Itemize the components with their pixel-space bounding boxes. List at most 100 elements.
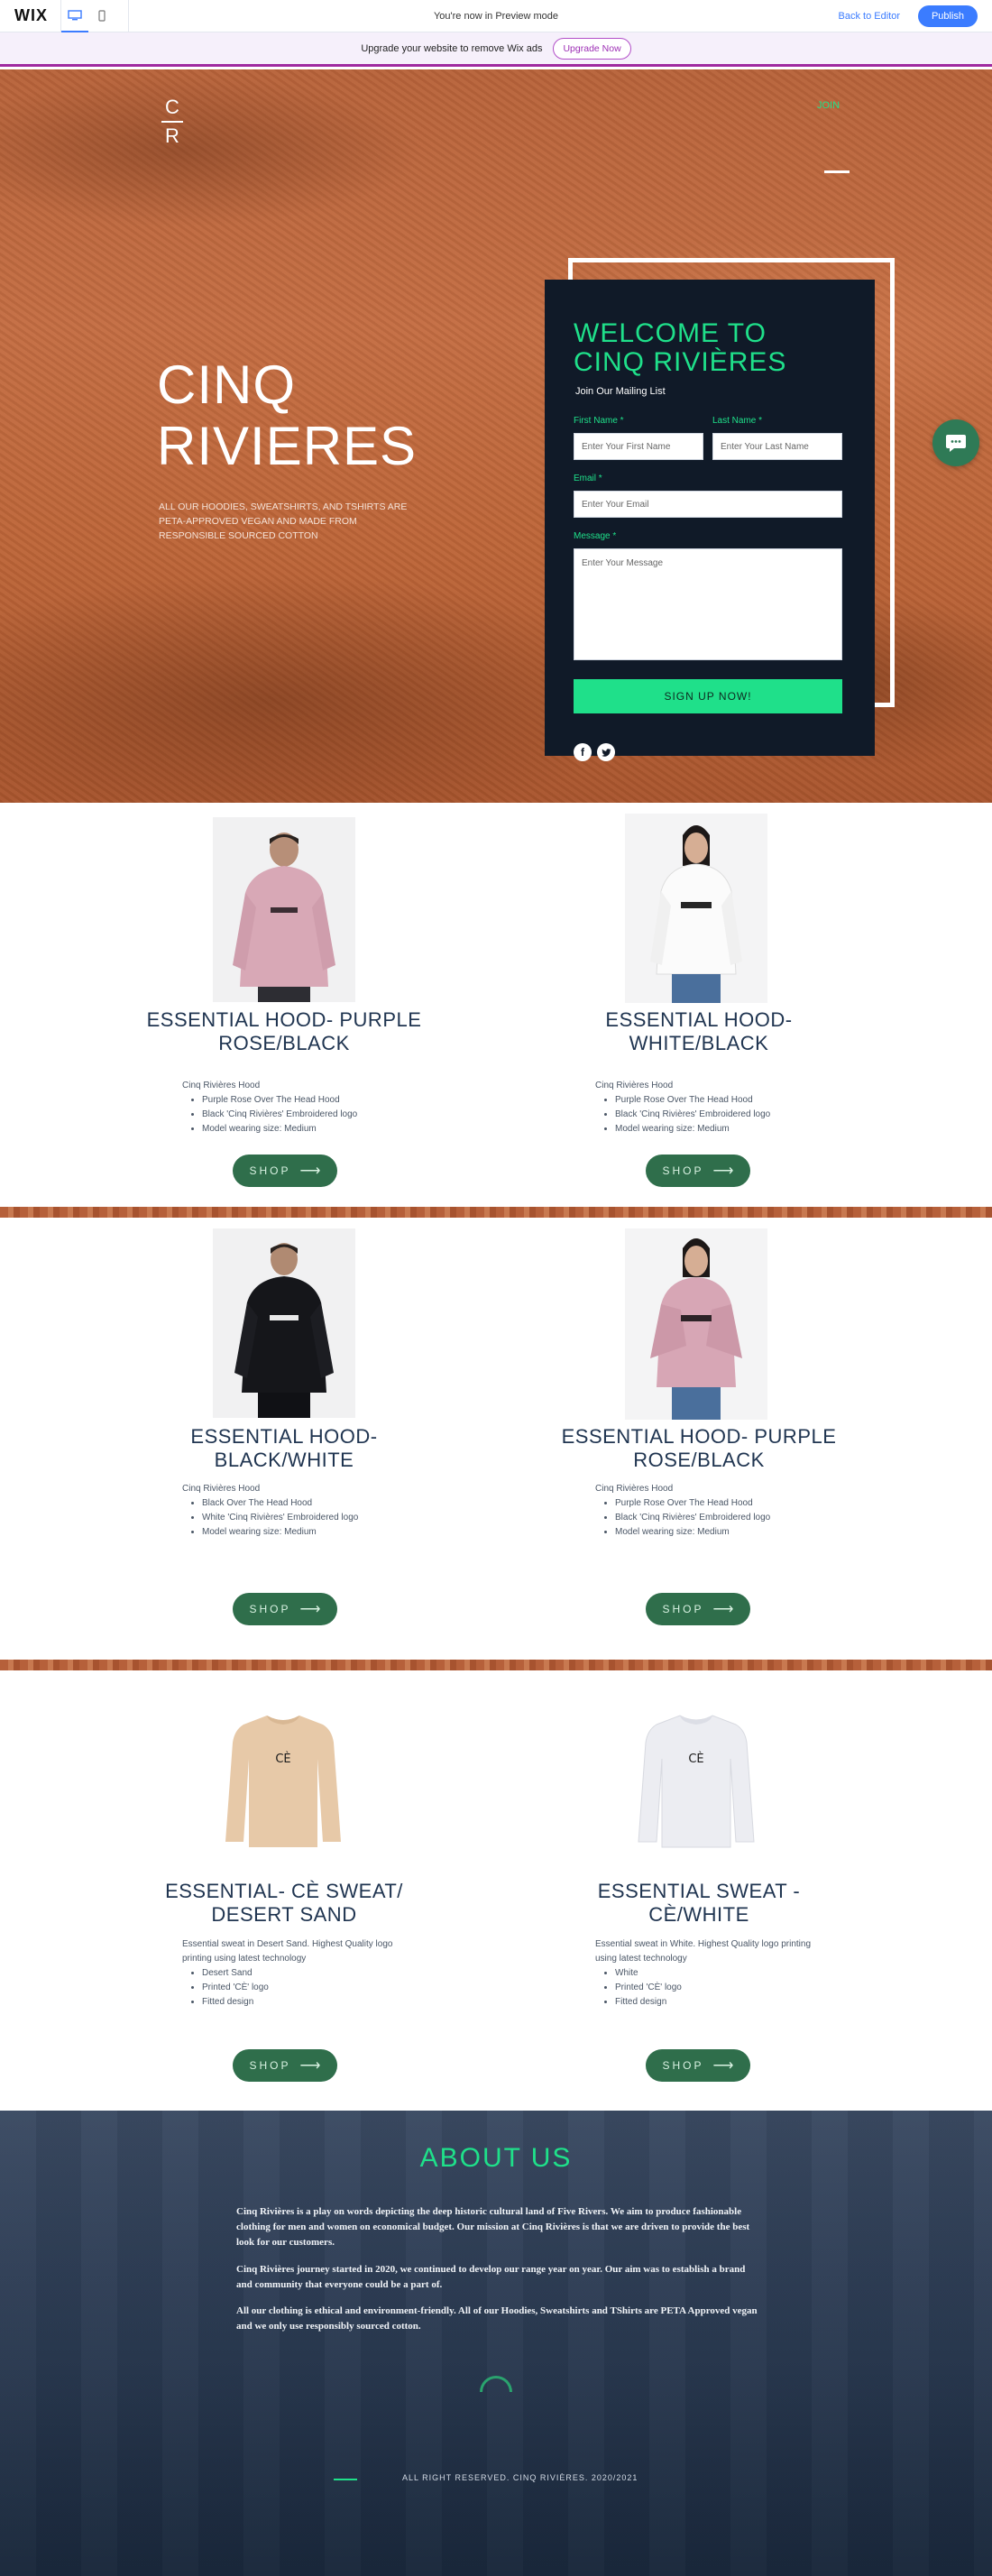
- arrow-right-icon: ⟶: [299, 1602, 321, 1617]
- product-title-line2: BLACK/WHITE: [214, 1449, 354, 1471]
- shop-button[interactable]: SHOP ⟶: [646, 2049, 750, 2082]
- product-image-purple-rose-hood[interactable]: [213, 817, 355, 1002]
- back-to-editor-link[interactable]: Back to Editor: [839, 11, 900, 22]
- form-title: WELCOME TO CINQ RIVIÈRES: [574, 319, 786, 377]
- mailing-list-form: WELCOME TO CINQ RIVIÈRES Join Our Mailin…: [545, 280, 875, 761]
- shop-button-label: SHOP: [662, 2059, 704, 2072]
- product-title: ESSENTIAL HOOD- PURPLE ROSE/BLACK: [86, 1008, 482, 1055]
- first-name-field[interactable]: Enter Your First Name: [574, 433, 703, 460]
- product-bullet: Black 'Cinq Rivières' Embroidered logo: [202, 1108, 399, 1122]
- desktop-view-icon[interactable]: [61, 0, 88, 32]
- menu-icon[interactable]: [824, 170, 850, 173]
- product-title-line2: DESERT SAND: [211, 1903, 357, 1926]
- mobile-view-icon[interactable]: [88, 0, 115, 32]
- shop-button[interactable]: SHOP ⟶: [233, 1155, 337, 1187]
- product-image-black-hood[interactable]: [213, 1228, 355, 1418]
- join-link[interactable]: JOIN: [817, 100, 840, 111]
- chat-icon: [946, 435, 966, 452]
- product-bullet: Model wearing size: Medium: [615, 1122, 812, 1136]
- form-title-line2: CINQ RIVIÈRES: [574, 347, 787, 377]
- svg-text:CÈ: CÈ: [275, 1752, 290, 1766]
- product-bullet: Printed 'CÈ' logo: [202, 1981, 399, 1995]
- chat-button[interactable]: [932, 419, 979, 466]
- product-title-line1: ESSENTIAL- CÈ SWEAT/: [165, 1880, 403, 1902]
- product-title-line1: ESSENTIAL HOOD-: [190, 1425, 378, 1448]
- product-title: ESSENTIAL HOOD- PURPLE ROSE/BLACK: [501, 1425, 897, 1472]
- product-title: ESSENTIAL HOOD- BLACK/WHITE: [86, 1425, 482, 1472]
- product-bullet: Fitted design: [615, 1995, 812, 2010]
- upgrade-banner: Upgrade your website to remove Wix ads U…: [0, 32, 992, 67]
- product-title: ESSENTIAL HOOD- WHITE/BLACK: [501, 1008, 897, 1055]
- facebook-icon[interactable]: f: [574, 743, 592, 761]
- product-bullet: Black Over The Head Hood: [202, 1496, 399, 1511]
- product-bullet: Purple Rose Over The Head Hood: [615, 1496, 812, 1511]
- terracotta-divider: [0, 1660, 992, 1670]
- site-logo[interactable]: C R: [159, 97, 186, 147]
- shop-button[interactable]: SHOP ⟶: [233, 1593, 337, 1625]
- arrow-right-icon: ⟶: [712, 1164, 734, 1179]
- hero-subtitle: ALL OUR HOODIES, SWEATSHIRTS, AND TSHIRT…: [159, 501, 408, 541]
- product-image-desert-sand-sweat[interactable]: CÈ: [220, 1703, 346, 1854]
- shop-button-label: SHOP: [662, 1164, 704, 1177]
- logo-letter-c: C: [165, 96, 179, 118]
- product-image-white-sweat[interactable]: CÈ: [633, 1703, 759, 1854]
- footer-accent-line: [334, 2479, 357, 2480]
- product-intro: Cinq Rivières Hood: [595, 1081, 674, 1090]
- svg-text:CÈ: CÈ: [688, 1752, 703, 1766]
- about-section: ABOUT US Cinq Rivières is a play on word…: [0, 2111, 992, 2576]
- product-description: Cinq Rivières Hood Purple Rose Over The …: [595, 1482, 812, 1540]
- hero-title: CINQ RIVIERES: [157, 354, 417, 477]
- last-name-label: Last Name *: [712, 416, 763, 426]
- product-title-line2: WHITE/BLACK: [629, 1032, 769, 1054]
- product-title-line2: ROSE/BLACK: [218, 1032, 350, 1054]
- wix-logo[interactable]: WIX: [14, 6, 48, 25]
- shop-button[interactable]: SHOP ⟶: [646, 1155, 750, 1187]
- arrow-right-icon: ⟶: [712, 2058, 734, 2074]
- arrow-right-icon: ⟶: [299, 2058, 321, 2074]
- product-bullet: Black 'Cinq Rivières' Embroidered logo: [615, 1511, 812, 1525]
- twitter-icon[interactable]: [597, 743, 615, 761]
- email-field[interactable]: Enter Your Email: [574, 491, 842, 518]
- product-image-white-hood[interactable]: [625, 814, 767, 1003]
- last-name-field[interactable]: Enter Your Last Name: [712, 433, 842, 460]
- message-field[interactable]: Enter Your Message: [574, 548, 842, 660]
- shop-button[interactable]: SHOP ⟶: [233, 2049, 337, 2082]
- hero-section: C R JOIN CINQ RIVIERES ALL OUR HOODIES, …: [0, 69, 992, 803]
- product-bullet: White 'Cinq Rivières' Embroidered logo: [202, 1511, 399, 1525]
- product-row-1: ESSENTIAL HOOD- PURPLE ROSE/BLACK Cinq R…: [0, 803, 992, 1209]
- hero-title-line2: RIVIERES: [157, 416, 418, 476]
- product-description: Cinq Rivières Hood Black Over The Head H…: [182, 1482, 399, 1540]
- upgrade-text: Upgrade your website to remove Wix ads: [361, 42, 543, 54]
- product-description: Essential sweat in White. Highest Qualit…: [595, 1937, 812, 2010]
- product-bullet: White: [615, 1966, 812, 1981]
- product-row-2: ESSENTIAL HOOD- BLACK/WHITE Cinq Rivière…: [0, 1218, 992, 1660]
- hero-title-line1: CINQ: [157, 354, 296, 415]
- about-title: ABOUT US: [419, 2143, 573, 2173]
- product-title-line2: ROSE/BLACK: [633, 1449, 765, 1471]
- shop-button[interactable]: SHOP ⟶: [646, 1593, 750, 1625]
- decorative-arc: [480, 2376, 512, 2392]
- arrow-right-icon: ⟶: [712, 1602, 734, 1617]
- product-title-line2: CÈ/WHITE: [648, 1903, 749, 1926]
- product-image-purple-rose-hood-2[interactable]: [625, 1228, 767, 1420]
- first-name-label: First Name *: [574, 416, 624, 426]
- sign-up-button[interactable]: SIGN UP NOW!: [574, 679, 842, 713]
- product-intro: Cinq Rivières Hood: [182, 1081, 261, 1090]
- shop-button-label: SHOP: [249, 2059, 291, 2072]
- arrow-right-icon: ⟶: [299, 1164, 321, 1179]
- terracotta-divider: [0, 1207, 992, 1218]
- product-title-line1: ESSENTIAL HOOD- PURPLE: [146, 1008, 422, 1031]
- topbar-divider: [128, 0, 129, 32]
- product-description: Essential sweat in Desert Sand. Highest …: [182, 1937, 399, 2010]
- publish-button[interactable]: Publish: [918, 5, 978, 27]
- shop-button-label: SHOP: [662, 1603, 704, 1615]
- product-title-line1: ESSENTIAL SWEAT -: [597, 1880, 801, 1902]
- shop-button-label: SHOP: [249, 1603, 291, 1615]
- wix-preview-topbar: WIX You're now in Preview mode Back to E…: [0, 0, 992, 32]
- upgrade-now-button[interactable]: Upgrade Now: [553, 37, 631, 60]
- product-bullet: Desert Sand: [202, 1966, 399, 1981]
- product-bullet: Printed 'CÈ' logo: [615, 1981, 812, 1995]
- product-bullet: Fitted design: [202, 1995, 399, 2010]
- product-intro: Cinq Rivières Hood: [182, 1484, 261, 1494]
- message-label: Message *: [574, 531, 617, 541]
